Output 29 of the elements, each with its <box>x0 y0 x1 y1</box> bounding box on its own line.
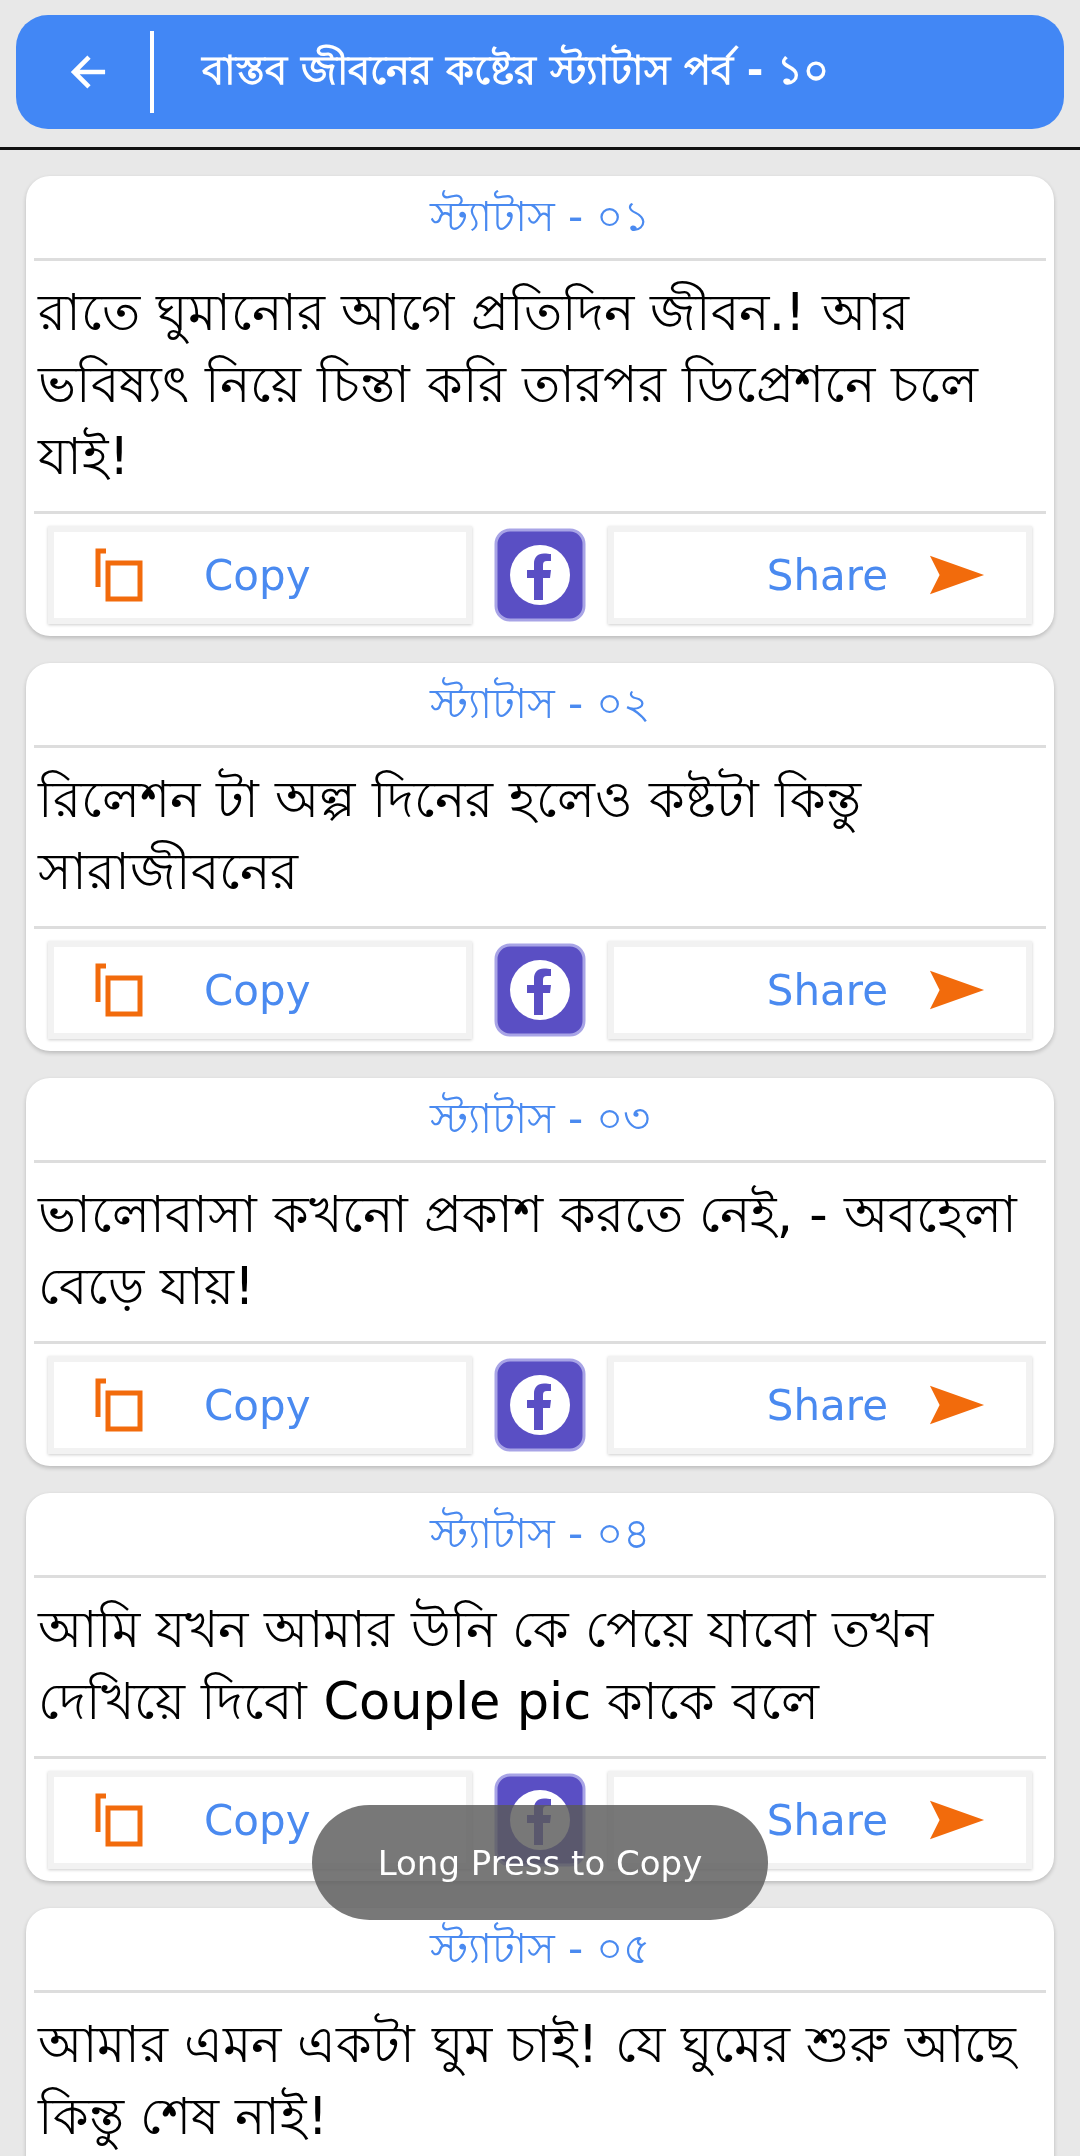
status-title: স্ট্যাটাস - ০৫ <box>428 1921 652 1975</box>
copy-icon <box>94 547 144 603</box>
facebook-icon[interactable] <box>494 528 586 622</box>
facebook-icon[interactable] <box>494 1358 586 1452</box>
copy-toast: Long Press to Copy <box>312 1805 768 1920</box>
copy-button[interactable]: Copy <box>48 1356 472 1454</box>
screen-title: বাস্তব জীবনের কষ্টের স্ট্যাটাস পর্ব - ১০ <box>202 43 830 95</box>
status-title: স্ট্যাটাস - ০৩ <box>428 1091 652 1145</box>
share-button[interactable]: Share <box>608 526 1032 624</box>
share-button[interactable]: Share <box>608 1356 1032 1454</box>
copy-icon <box>94 1792 144 1848</box>
status-title: স্ট্যাটাস - ০২ <box>428 676 652 730</box>
copy-button[interactable]: Copy <box>48 941 472 1039</box>
copy-button[interactable]: Copy <box>48 526 472 624</box>
send-icon <box>928 968 986 1012</box>
send-icon <box>928 553 986 597</box>
copy-icon <box>94 1377 144 1433</box>
status-text[interactable]: আমার এমন একটা ঘুম চাই! যে ঘুমের শুরু আছে কিন্তু শেষ নাই! <box>34 1993 1046 2156</box>
status-text[interactable]: আমি যখন আমার উনি কে পেয়ে যাবো তখন দেখিয়ে দিবো Couple pic কাকে বলে <box>34 1578 1046 1756</box>
status-text[interactable]: ভালোবাসা কখনো প্রকাশ করতে নেই, - অবহেলা বেড়ে যায়! <box>34 1163 1046 1341</box>
status-text[interactable]: রাতে ঘুমানোর আগে প্রতিদিন জীবন.! আর ভবিষ্যৎ নিয়ে চিন্তা করি তারপর ডিপ্রেশনে চলে যাই! <box>34 261 1046 511</box>
status-title: স্ট্যাটাস - ০৪ <box>428 1506 652 1560</box>
copy-icon <box>94 962 144 1018</box>
status-text[interactable]: রিলেশন টা অল্প দিনের হলেও কষ্টটা কিন্তু সারাজীবনের <box>34 748 1046 926</box>
share-button[interactable]: Share <box>608 941 1032 1039</box>
facebook-icon[interactable] <box>494 943 586 1037</box>
send-icon <box>928 1798 986 1842</box>
send-icon <box>928 1383 986 1427</box>
status-title: স্ট্যাটাস - ০১ <box>428 189 652 243</box>
